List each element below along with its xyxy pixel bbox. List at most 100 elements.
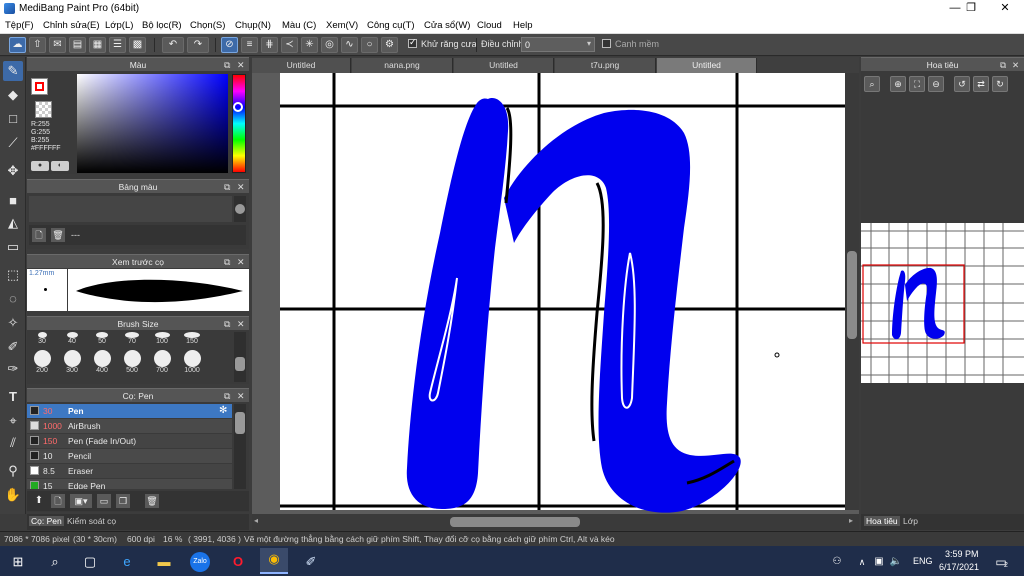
- popout-icon[interactable]: ⧉: [1000, 58, 1006, 72]
- zoom-icon[interactable]: ⌕: [864, 76, 880, 92]
- select-eraser-tool-icon[interactable]: ✑: [3, 359, 23, 379]
- zoom-in-icon[interactable]: ⊕: [890, 76, 906, 92]
- menu-filter[interactable]: Bộ lọc(R): [142, 20, 182, 31]
- brush-item-pencil[interactable]: 10 Pencil: [27, 449, 232, 463]
- brush-item-pen[interactable]: 30 Pen ✻: [27, 404, 232, 418]
- zoom-out-icon[interactable]: ⊖: [928, 76, 944, 92]
- foreground-color-swatch[interactable]: [31, 78, 48, 95]
- document-icon[interactable]: ▦: [89, 37, 106, 53]
- menu-window[interactable]: Cửa sổ(W): [424, 20, 470, 31]
- maximize-button[interactable]: ❐: [954, 0, 988, 17]
- menu-layer[interactable]: Lớp(L): [105, 20, 133, 31]
- trash-icon[interactable]: 🗑: [145, 494, 159, 508]
- brush-size-option[interactable]: 300: [61, 350, 83, 374]
- palette-scrollbar[interactable]: [234, 196, 246, 222]
- menu-cloud[interactable]: Cloud: [477, 20, 502, 31]
- select-tool-icon[interactable]: ⬚: [3, 265, 23, 285]
- curve-snap-icon[interactable]: ∿: [341, 37, 358, 53]
- popout-icon[interactable]: ⧉: [224, 180, 230, 194]
- palette-scroll-thumb[interactable]: [235, 204, 245, 214]
- tab-layer[interactable]: Lớp: [903, 516, 918, 526]
- canvas-vertical-scroll-thumb[interactable]: [847, 251, 857, 339]
- color-swap-button[interactable]: ◐: [51, 161, 69, 171]
- close-icon[interactable]: ✕: [237, 255, 245, 269]
- brush-size-option[interactable]: 30: [31, 332, 53, 345]
- chat-icon[interactable]: ▤: [69, 37, 86, 53]
- canvas-horizontal-scrollbar[interactable]: ◂ ▸: [252, 514, 859, 530]
- hue-slider[interactable]: [232, 74, 246, 173]
- undo-icon[interactable]: ↶: [162, 37, 184, 53]
- eyedropper-tool-icon[interactable]: ⚲: [3, 461, 23, 481]
- brush-size-scrollbar[interactable]: [234, 332, 246, 382]
- brush-list-scroll-thumb[interactable]: [235, 412, 245, 434]
- popout-icon[interactable]: ⧉: [224, 317, 230, 331]
- saturation-value-picker[interactable]: [77, 74, 228, 173]
- circle-snap-icon[interactable]: ◎: [321, 37, 338, 53]
- people-icon[interactable]: ⚇: [826, 551, 848, 573]
- close-icon[interactable]: ✕: [237, 389, 245, 403]
- snap-settings-icon[interactable]: ⚙: [381, 37, 398, 53]
- volume-icon[interactable]: 🔈: [885, 551, 907, 573]
- magic-wand-tool-icon[interactable]: ✧: [3, 313, 23, 333]
- close-icon[interactable]: ✕: [237, 58, 245, 72]
- background-color-swatch[interactable]: [35, 101, 52, 118]
- comment-icon[interactable]: ✉: [49, 37, 66, 53]
- close-icon[interactable]: ✕: [1012, 58, 1019, 72]
- edge-browser-icon[interactable]: e: [116, 551, 138, 573]
- gear-icon[interactable]: ✻: [219, 404, 227, 418]
- brush-size-option[interactable]: 500: [121, 350, 143, 374]
- search-icon[interactable]: ⌕: [44, 551, 66, 573]
- brush-size-option[interactable]: 70: [121, 332, 143, 345]
- operation-tool-icon[interactable]: ⌖: [3, 411, 23, 431]
- brush-size-option[interactable]: 1000: [181, 350, 203, 374]
- close-icon[interactable]: ✕: [237, 180, 245, 194]
- canvas-vertical-scrollbar[interactable]: [845, 73, 859, 510]
- scroll-right-icon[interactable]: ▸: [849, 516, 853, 525]
- eraser-tool-icon[interactable]: ◆: [3, 85, 23, 105]
- brush-item-airbrush[interactable]: 1000 AirBrush: [27, 419, 232, 433]
- new-palette-icon[interactable]: 🗋: [32, 228, 46, 242]
- document-tab[interactable]: t7u.png: [555, 58, 656, 73]
- antialias-checkbox[interactable]: [408, 37, 417, 48]
- move-tool-icon[interactable]: ✥: [3, 161, 23, 181]
- brush-size-option[interactable]: 50: [91, 332, 113, 345]
- copy-brush-icon[interactable]: ❐: [116, 494, 130, 508]
- brush-size-option[interactable]: 400: [91, 350, 113, 374]
- rectangle-tool-icon[interactable]: □: [3, 109, 23, 129]
- close-button[interactable]: ✕: [988, 0, 1022, 17]
- cross-snap-icon[interactable]: ⋕: [261, 37, 278, 53]
- ellipse-snap-icon[interactable]: ○: [361, 37, 378, 53]
- cloud-icon[interactable]: ☁: [9, 37, 26, 53]
- menu-capture[interactable]: Chụp(N): [235, 20, 271, 31]
- popout-icon[interactable]: ⧉: [224, 389, 230, 403]
- brush-size-option[interactable]: 700: [151, 350, 173, 374]
- color-mode-button[interactable]: ●: [31, 161, 49, 171]
- snap-checkbox[interactable]: [602, 39, 611, 48]
- hue-handle[interactable]: [233, 102, 243, 112]
- select-pen-tool-icon[interactable]: ✐: [3, 337, 23, 357]
- menu-help[interactable]: Help: [513, 20, 533, 31]
- clock-date[interactable]: 6/17/2021: [939, 562, 979, 572]
- text-tool-icon[interactable]: T: [3, 387, 23, 407]
- popout-icon[interactable]: ⧉: [224, 58, 230, 72]
- clock-time[interactable]: 3:59 PM: [945, 549, 979, 559]
- fit-icon[interactable]: ⛶: [909, 76, 925, 92]
- no-snap-icon[interactable]: ⊘: [221, 37, 238, 53]
- rotate-left-icon[interactable]: ↺: [954, 76, 970, 92]
- brush-list-scrollbar[interactable]: [234, 404, 246, 489]
- fill-rect-tool-icon[interactable]: ■: [3, 191, 23, 211]
- brush-tool-icon[interactable]: ✎: [3, 61, 23, 81]
- brush-size-option[interactable]: 150: [181, 332, 203, 345]
- brush-size-option[interactable]: 100: [151, 332, 173, 345]
- drawing-canvas[interactable]: [252, 73, 859, 514]
- tab-brush-pen[interactable]: Cọ: Pen: [29, 516, 64, 526]
- cloud-brush-icon[interactable]: ⬆: [32, 494, 46, 508]
- dot-tool-icon[interactable]: ⟋: [3, 133, 23, 153]
- task-view-icon[interactable]: ▢: [79, 551, 101, 573]
- language-indicator[interactable]: ENG: [913, 556, 933, 566]
- correction-select[interactable]: 0 ▾: [521, 37, 595, 52]
- divide-tool-icon[interactable]: ⫽: [3, 433, 23, 453]
- vanishing-point-icon[interactable]: ≺: [281, 37, 298, 53]
- brush-size-scroll-thumb[interactable]: [235, 357, 245, 371]
- file-explorer-icon[interactable]: ▬: [153, 551, 175, 573]
